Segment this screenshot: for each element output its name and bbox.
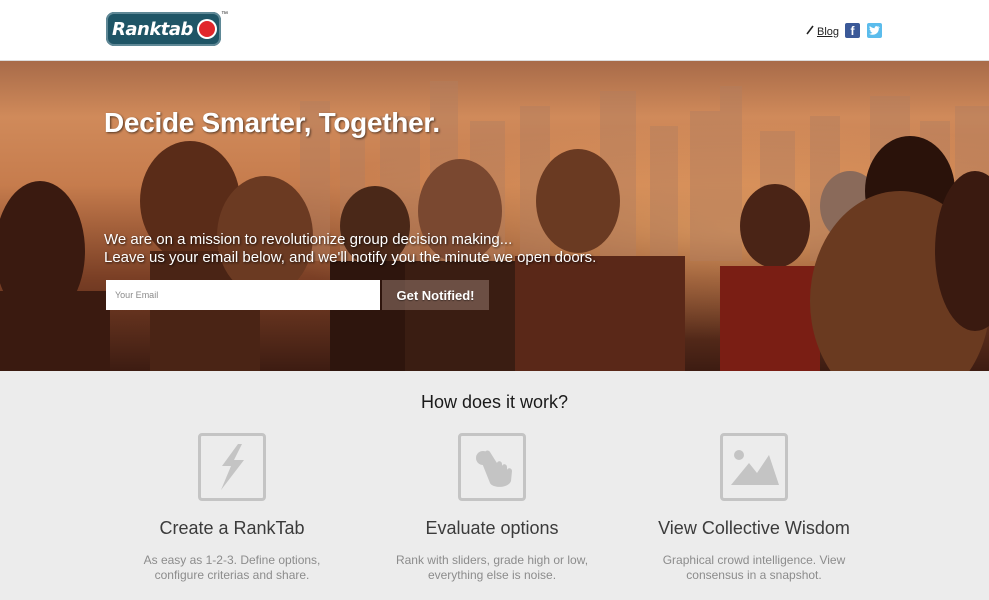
twitter-bird-icon bbox=[869, 26, 880, 35]
feature-view: View Collective Wisdom Graphical crowd i… bbox=[639, 433, 869, 583]
site-header: Ranktab ™ Blog f bbox=[0, 0, 989, 61]
logo-red-dot-icon bbox=[199, 21, 215, 37]
touch-hand-icon bbox=[458, 433, 526, 501]
get-notified-button[interactable]: Get Notified! bbox=[382, 280, 489, 310]
feature-description: As easy as 1-2-3. Define options, config… bbox=[143, 553, 321, 582]
blog-link[interactable]: Blog bbox=[806, 25, 839, 38]
logo-text: Ranktab bbox=[112, 18, 193, 40]
hero-notify-text: Leave us your email below, and we'll not… bbox=[104, 249, 597, 266]
hero-title: Decide Smarter, Together. bbox=[104, 107, 440, 138]
feature-create: Create a RankTab As easy as 1-2-3. Defin… bbox=[117, 433, 347, 583]
hero-mission-text: We are on a mission to revolutionize gro… bbox=[104, 231, 513, 248]
blog-label: Blog bbox=[817, 25, 840, 38]
facebook-icon[interactable]: f bbox=[845, 23, 860, 38]
feature-description: Graphical crowd intelligence. View conse… bbox=[662, 553, 846, 582]
lightning-bolt-icon bbox=[198, 433, 266, 501]
facebook-glyph: f bbox=[850, 23, 855, 38]
email-input[interactable] bbox=[106, 280, 380, 310]
how-it-works-heading: How does it work? bbox=[420, 392, 569, 412]
feature-title: Evaluate options bbox=[425, 518, 559, 538]
feature-title: Create a RankTab bbox=[159, 518, 305, 538]
hero-banner: Decide Smarter, Together. We are on a mi… bbox=[0, 61, 989, 371]
feature-title: View Collective Wisdom bbox=[658, 518, 850, 538]
ranktab-logo[interactable]: Ranktab bbox=[106, 12, 221, 46]
trademark-mark: ™ bbox=[221, 11, 228, 18]
feature-evaluate: Evaluate options Rank with sliders, grad… bbox=[377, 433, 607, 583]
picture-mountain-icon bbox=[720, 433, 788, 501]
twitter-icon[interactable] bbox=[867, 23, 882, 38]
feature-description: Rank with sliders, grade high or low, ev… bbox=[395, 553, 589, 582]
pencil-icon bbox=[806, 25, 814, 38]
